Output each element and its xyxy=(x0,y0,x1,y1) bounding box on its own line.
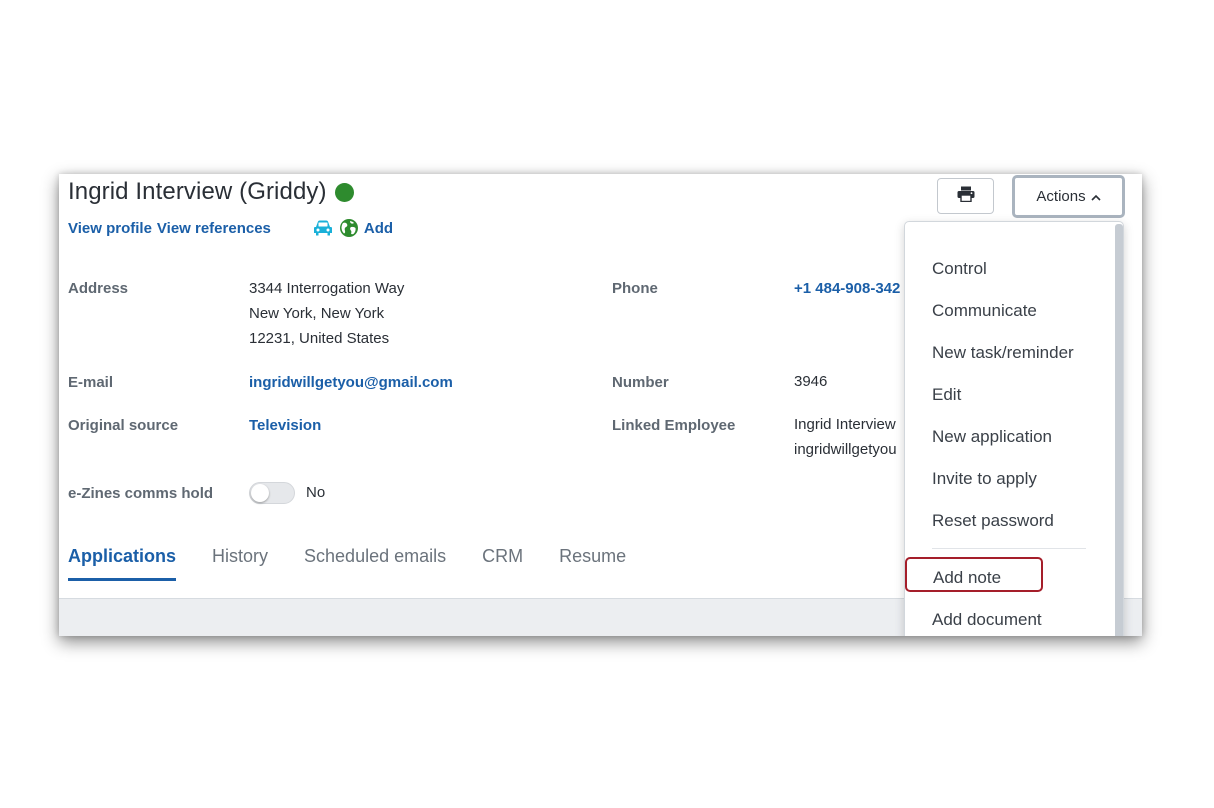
menu-item-invite-to-apply[interactable]: Invite to apply xyxy=(932,469,1037,489)
email-label: E-mail xyxy=(68,374,114,391)
view-profile-link[interactable]: View profile xyxy=(68,220,152,237)
original-source-link[interactable]: Television xyxy=(249,417,321,434)
menu-item-edit[interactable]: Edit xyxy=(932,385,961,405)
address-line-2: New York, New York xyxy=(249,305,385,322)
actions-label: Actions xyxy=(1036,188,1086,205)
title-row: Ingrid Interview (Griddy) xyxy=(68,178,354,206)
address-label: Address xyxy=(68,280,129,297)
menu-item-new-application[interactable]: New application xyxy=(932,427,1052,447)
linked-employee-label: Linked Employee xyxy=(612,417,736,434)
number-label: Number xyxy=(612,374,669,391)
printer-icon xyxy=(957,186,975,207)
globe-icon[interactable] xyxy=(339,218,359,238)
chevron-up-icon xyxy=(1091,190,1101,204)
menu-item-reset-password[interactable]: Reset password xyxy=(932,511,1054,531)
linked-employee-value: Ingrid Interview ingridwillgetyou xyxy=(794,412,897,462)
page-title: Ingrid Interview (Griddy) xyxy=(68,178,327,205)
linked-employee-email: ingridwillgetyou xyxy=(794,441,897,458)
car-icon[interactable] xyxy=(313,219,333,237)
tab-resume[interactable]: Resume xyxy=(559,546,626,581)
address-value: 3344 Interrogation Way New York, New Yor… xyxy=(249,276,404,351)
profile-links: View profile View references Add xyxy=(68,218,393,238)
tab-scheduled-emails[interactable]: Scheduled emails xyxy=(304,546,446,581)
menu-item-new-task-reminder[interactable]: New task/reminder xyxy=(932,343,1074,363)
email-link[interactable]: ingridwillgetyou@gmail.com xyxy=(249,374,453,391)
ezines-toggle[interactable] xyxy=(249,482,295,504)
add-link[interactable]: Add xyxy=(364,220,393,237)
address-line-1: 3344 Interrogation Way xyxy=(249,280,405,297)
tab-history[interactable]: History xyxy=(212,546,268,581)
dropdown-scrollbar[interactable] xyxy=(1115,224,1123,636)
menu-item-add-document[interactable]: Add document xyxy=(932,610,1042,630)
menu-item-communicate[interactable]: Communicate xyxy=(932,301,1037,321)
candidate-profile-card: Ingrid Interview (Griddy) View profile V… xyxy=(59,174,1142,636)
print-button[interactable] xyxy=(937,178,994,214)
tab-applications[interactable]: Applications xyxy=(68,546,177,581)
number-value: 3946 xyxy=(794,373,828,390)
ezines-value: No xyxy=(306,484,326,501)
address-line-3: 12231, United States xyxy=(249,330,390,347)
ezines-label: e-Zines comms hold xyxy=(68,485,214,502)
phone-link[interactable]: +1 484-908-342 xyxy=(794,280,900,297)
profile-tabs: Applications History Scheduled emails CR… xyxy=(68,546,626,581)
toggle-knob xyxy=(251,484,269,502)
menu-item-add-note[interactable]: Add note xyxy=(933,568,1001,588)
linked-employee-name[interactable]: Ingrid Interview xyxy=(794,412,897,437)
view-references-link[interactable]: View references xyxy=(157,220,271,237)
actions-button[interactable]: Actions xyxy=(1012,175,1125,218)
original-source-label: Original source xyxy=(68,417,179,434)
menu-item-control[interactable]: Control xyxy=(932,259,987,279)
menu-divider xyxy=(932,548,1086,549)
status-indicator-dot xyxy=(334,182,354,202)
phone-label: Phone xyxy=(612,280,658,297)
tab-crm[interactable]: CRM xyxy=(482,546,523,581)
actions-dropdown-menu: Control Communicate New task/reminder Ed… xyxy=(904,221,1124,636)
